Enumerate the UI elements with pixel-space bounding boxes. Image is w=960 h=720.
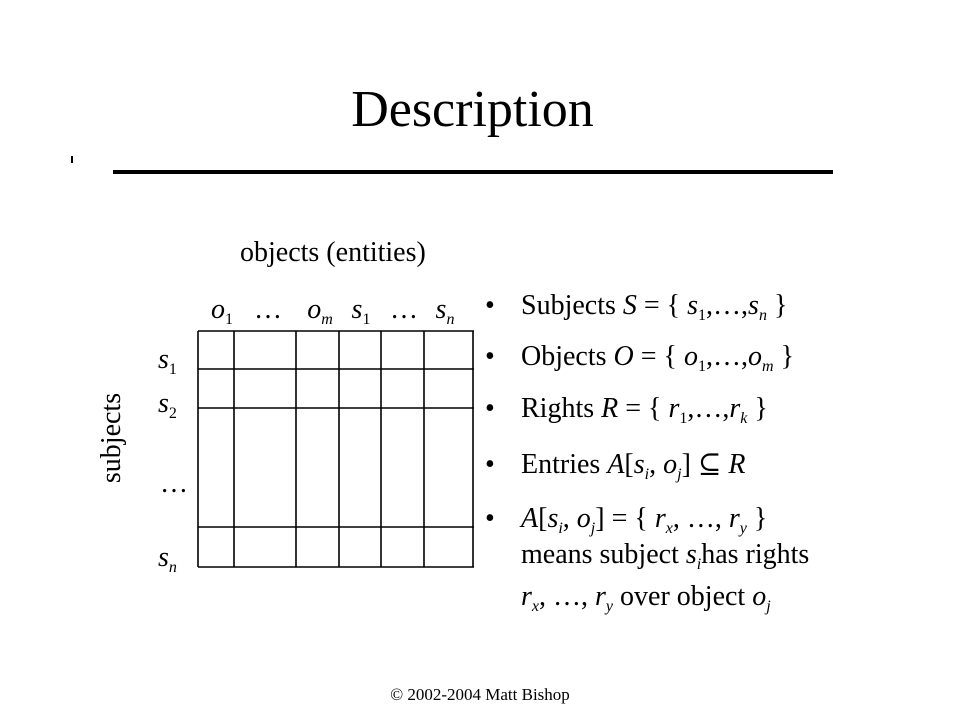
- bullet-rights: • Rights R = { r1,…,rk }: [485, 393, 768, 427]
- bullet-marker: •: [485, 341, 495, 372]
- access-matrix-grid: [197, 330, 474, 568]
- bullet-marker: •: [485, 393, 495, 424]
- bullet-marker: •: [485, 503, 495, 534]
- bullet-subjects: • Subjects S = { s1,…,sn }: [485, 290, 788, 324]
- bullet-objects: • Objects O = { o1,…,om }: [485, 341, 795, 375]
- bullet-meaning: • A[si, oj] = { rx, …, ry } means subject…: [485, 501, 809, 615]
- bullet-entries: • Entries A[si, oj] ⊆ R: [485, 449, 746, 483]
- bullet-marker: •: [485, 290, 495, 321]
- bullet-meaning-line-3: rx, …, ry over object oj: [521, 581, 771, 615]
- bullet-meaning-line-2: means subject sihas rights: [521, 539, 810, 573]
- copyright-footer: © 2002-2004 Matt Bishop: [390, 685, 570, 704]
- bullet-marker: •: [485, 449, 495, 480]
